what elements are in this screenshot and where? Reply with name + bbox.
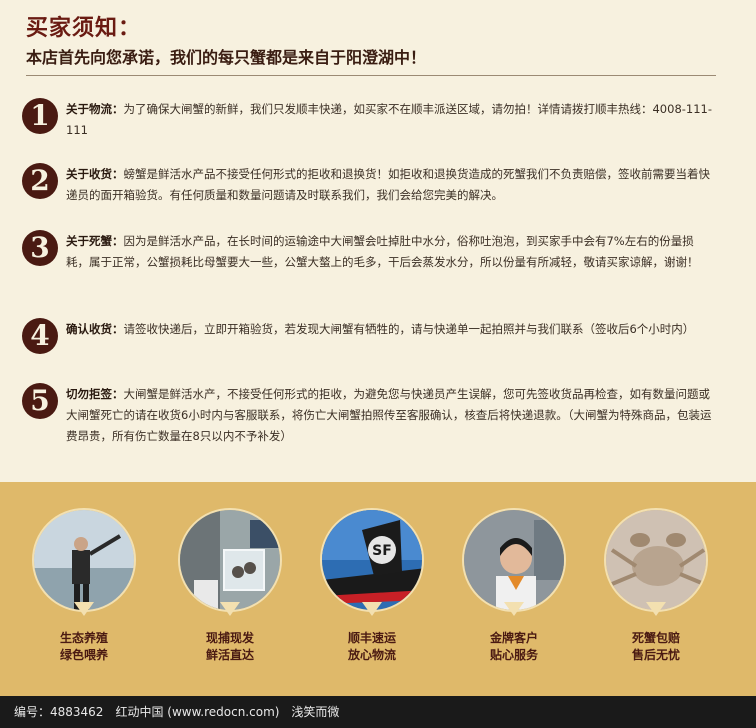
notice-text: 确认收货：请签收快递后，立即开箱验货，若发现大闸蟹有牺牲的，请与快递单一起拍照并… xyxy=(66,319,716,340)
notice-body: 请签收快递后，立即开箱验货，若发现大闸蟹有牺牲的，请与快递单一起拍照并与我们联系… xyxy=(123,322,695,336)
svg-text:SF: SF xyxy=(372,543,392,559)
notice-label: 关于物流： xyxy=(66,102,124,116)
feature-fresh-caught: 现捕现发 鲜活直达 xyxy=(174,508,286,664)
notice-body: 螃蟹是鲜活水产品不接受任何形式的拒收和退换货！如拒收和退换货造成的死蟹我们不负责… xyxy=(66,167,710,202)
feature-photo-pin: SF xyxy=(320,508,424,616)
sf-airplane-photo: SF xyxy=(320,508,424,612)
feature-dead-crab-refund: 死蟹包赔 售后无忧 xyxy=(600,508,712,664)
number-badge: 3 xyxy=(22,230,58,266)
service-agent-photo xyxy=(462,508,566,612)
notice-text: 关于收货：螃蟹是鲜活水产品不接受任何形式的拒收和退换货！如拒收和退换货造成的死蟹… xyxy=(66,164,716,206)
page-title: 买家须知： xyxy=(26,16,142,41)
divider xyxy=(26,75,716,76)
feature-caption: 金牌客户 贴心服务 xyxy=(489,631,538,662)
notice-text: 关于死蟹：因为是鲜活水产品，在长时间的运输途中大闸蟹会吐掉肚中水分，俗称吐泡泡，… xyxy=(66,231,716,273)
page-subtitle: 本店首先向您承诺，我们的每只蟹都是来自于阳澄湖中！ xyxy=(26,48,427,67)
notice-label: 确认收货： xyxy=(66,322,124,336)
feature-caption: 顺丰速运 放心物流 xyxy=(347,631,396,662)
crab-photo xyxy=(604,508,708,612)
notice-text: 切勿拒签：大闸蟹是鲜活水产，不接受任何形式的拒收，为避免您与快递员产生误解，您可… xyxy=(66,384,716,447)
feature-sf-express: SF 顺丰速运 放心物流 xyxy=(316,508,428,664)
feature-caption: 死蟹包赔 售后无忧 xyxy=(631,631,680,662)
number-badge: 1 xyxy=(22,98,58,134)
feature-photo-pin xyxy=(32,508,136,616)
feature-customer-service: 金牌客户 贴心服务 xyxy=(458,508,570,664)
notice-body: 因为是鲜活水产品，在长时间的运输途中大闸蟹会吐掉肚中水分，俗称吐泡泡，到买家手中… xyxy=(66,234,699,269)
number-badge: 5 xyxy=(22,383,58,419)
notice-label: 关于死蟹： xyxy=(66,234,124,248)
watermark-footer: 编号：4883462 红动中国 (www.redocn.com) 浅笑而微 xyxy=(0,696,756,728)
fishing-photo xyxy=(32,508,136,612)
number-badge: 2 xyxy=(22,163,58,199)
number-badge: 4 xyxy=(22,318,58,354)
feature-caption: 现捕现发 鲜活直达 xyxy=(205,631,254,662)
notice-label: 切勿拒签： xyxy=(66,387,124,401)
feature-photo-pin xyxy=(462,508,566,616)
notice-text: 关于物流：为了确保大闸蟹的新鲜，我们只发顺丰快递，如买家不在顺丰派送区域，请勿拍… xyxy=(66,99,716,141)
notice-body: 大闸蟹是鲜活水产，不接受任何形式的拒收，为避免您与快递员产生误解，您可先签收货品… xyxy=(66,387,712,443)
feature-photo-pin xyxy=(604,508,708,616)
crab-basket-photo xyxy=(178,508,282,612)
feature-photo-pin xyxy=(178,508,282,616)
notice-label: 关于收货： xyxy=(66,167,124,181)
feature-eco-farming: 生态养殖 绿色喂养 xyxy=(28,508,140,664)
notice-body: 为了确保大闸蟹的新鲜，我们只发顺丰快递，如买家不在顺丰派送区域，请勿拍！详情请拨… xyxy=(66,102,713,137)
feature-caption: 生态养殖 绿色喂养 xyxy=(59,631,108,662)
